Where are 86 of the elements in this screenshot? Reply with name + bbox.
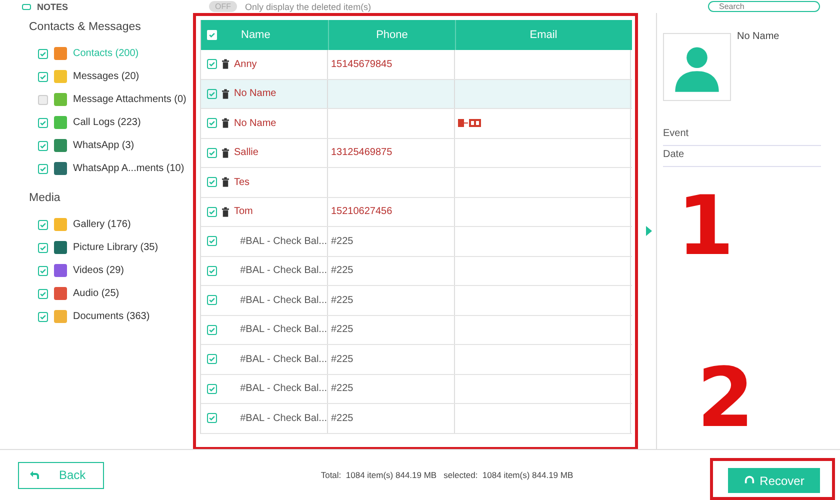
checkbox[interactable]: [207, 384, 217, 394]
checkbox[interactable]: [38, 94, 48, 104]
name-cell: Tes: [234, 176, 250, 188]
contact-name: No Name: [737, 31, 780, 44]
table-row[interactable]: Tes: [201, 168, 632, 198]
category-item[interactable]: Call Logs (223): [73, 117, 141, 128]
category-item[interactable]: WhatsApp (3): [73, 140, 134, 151]
table-row[interactable]: #BAL - Check Bal... #225: [201, 286, 632, 316]
search-field[interactable]: Search: [708, 1, 820, 12]
checkbox[interactable]: [207, 236, 217, 246]
phone-cell: 15210627456: [331, 206, 392, 218]
notes-label: NOTES: [37, 2, 68, 12]
checkbox[interactable]: [207, 118, 217, 128]
checkbox[interactable]: [38, 118, 48, 128]
checkbox[interactable]: [38, 140, 48, 150]
checkbox[interactable]: [207, 148, 217, 158]
checkbox[interactable]: [207, 88, 217, 99]
name-cell: No Name: [234, 118, 276, 129]
select-all-checkbox[interactable]: [207, 30, 217, 40]
name-cell: #BAL - Check Bal...: [240, 294, 327, 306]
phone-cell: #225: [331, 265, 354, 276]
headphones-icon: [744, 475, 755, 486]
category-item[interactable]: Messages (20): [73, 71, 140, 82]
checkbox[interactable]: [38, 266, 48, 276]
phone-cell: #225: [331, 354, 354, 365]
summary-text: Total: 1084 item(s) 844.19 MB selected: 1084 item(s) 844.19 MB: [320, 470, 574, 480]
section-title: Media: [29, 192, 62, 204]
name-cell: No Name: [234, 88, 276, 100]
checkbox[interactable]: [38, 288, 48, 298]
phone-cell: #225: [331, 412, 354, 424]
phone-cell: 13125469875: [331, 147, 392, 158]
annotation-number: 1: [677, 186, 734, 268]
category-item[interactable]: Videos (29): [73, 265, 124, 276]
name-cell: #BAL - Check Bal...: [240, 265, 327, 276]
phone-cell: #225: [331, 324, 354, 336]
checkbox[interactable]: [207, 177, 217, 188]
checkbox[interactable]: [38, 220, 48, 230]
filter-label: Only display the deleted item(s): [245, 2, 372, 12]
checkbox[interactable]: [38, 48, 48, 58]
category-item[interactable]: Documents (363): [73, 311, 150, 322]
detail-field: Date: [663, 146, 821, 167]
phone-cell: #225: [331, 236, 354, 247]
checkbox[interactable]: [22, 4, 31, 10]
name-cell: Anny: [234, 58, 257, 70]
category-item[interactable]: Message Attachments (0): [73, 94, 186, 105]
section-title: Contacts & Messages: [29, 21, 142, 33]
checkbox[interactable]: [207, 266, 217, 276]
category-item[interactable]: Gallery (176): [73, 219, 131, 230]
name-cell: #BAL - Check Bal...: [240, 236, 327, 247]
table-row[interactable]: Tom 15210627456: [201, 198, 632, 227]
name-cell: #BAL - Check Bal...: [240, 412, 327, 424]
table-row[interactable]: #BAL - Check Bal... #225: [201, 345, 632, 374]
table-row[interactable]: Sallie 13125469875: [201, 138, 632, 168]
table-row[interactable]: #BAL - Check Bal... #225: [201, 227, 632, 256]
table-row[interactable]: No Name: [201, 80, 632, 109]
phone-cell: #225: [331, 294, 354, 306]
checkbox[interactable]: [38, 242, 48, 252]
checkbox[interactable]: [38, 312, 48, 322]
name-cell: Sallie: [234, 147, 258, 158]
category-item[interactable]: Audio (25): [73, 288, 120, 299]
category-item[interactable]: WhatsApp A...ments (10): [73, 163, 184, 174]
table-row[interactable]: No Name: [201, 109, 632, 138]
detail-field: Event: [663, 125, 821, 146]
table-row[interactable]: #BAL - Check Bal... #225: [201, 404, 632, 434]
phone-cell: 15145679845: [331, 58, 392, 70]
category-item[interactable]: Picture Library (35): [73, 242, 158, 253]
annotation-number: 2: [697, 358, 754, 440]
name-cell: #BAL - Check Bal...: [240, 383, 327, 394]
checkbox[interactable]: [38, 72, 48, 82]
avatar-placeholder: [663, 33, 731, 101]
table-row[interactable]: #BAL - Check Bal... #225: [201, 374, 632, 404]
checkbox[interactable]: [207, 324, 217, 335]
name-cell: Tom: [234, 206, 253, 218]
phone-cell: #225: [331, 383, 354, 394]
checkbox[interactable]: [207, 206, 217, 217]
checkbox[interactable]: [207, 59, 217, 70]
checkbox[interactable]: [207, 413, 217, 424]
table-row[interactable]: #BAL - Check Bal... #225: [201, 316, 632, 345]
table-row[interactable]: #BAL - Check Bal... #225: [201, 256, 632, 286]
expand-arrow-icon[interactable]: [646, 226, 652, 236]
name-cell: #BAL - Check Bal...: [240, 324, 327, 336]
checkbox[interactable]: [207, 295, 217, 306]
back-arrow-icon: [29, 470, 39, 480]
checkbox[interactable]: [38, 164, 48, 174]
name-cell: #BAL - Check Bal...: [240, 354, 327, 365]
checkbox[interactable]: [207, 354, 217, 364]
